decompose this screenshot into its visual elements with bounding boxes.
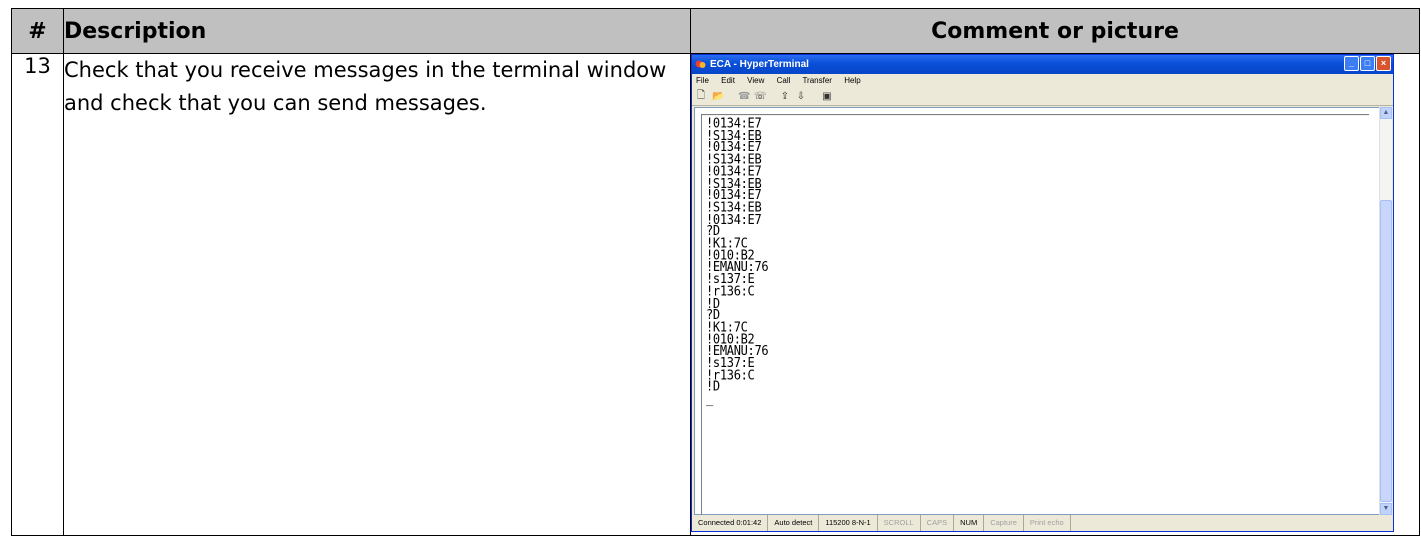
terminal-line: !0134:E7	[706, 115, 762, 131]
menu-bar: File Edit View Call Transfer Help	[692, 74, 1393, 88]
terminal-area[interactable]: !0134:E7 !S134:EB !0134:E7 !S134:EB !0134:E7…	[694, 107, 1380, 531]
terminal-line: !K1:7C	[706, 318, 748, 335]
status-print-echo: Print echo	[1024, 515, 1071, 531]
terminal-line: ?D	[706, 223, 720, 239]
hyperterminal-window: ECA - HyperTerminal _ □ × File Edit View…	[691, 54, 1394, 532]
menu-edit[interactable]: Edit	[721, 76, 735, 85]
receive-icon[interactable]: ⇩	[796, 91, 806, 102]
status-num: NUM	[954, 515, 985, 531]
terminal-line: !010:B2	[706, 246, 755, 263]
maximize-button[interactable]: □	[1360, 56, 1375, 71]
terminal-line: !s137:E	[706, 270, 755, 287]
terminal-line: !010:B2	[706, 330, 755, 347]
terminal-line: !0134:E7	[706, 187, 762, 203]
terminal-line: !D	[706, 378, 720, 395]
terminal-line: !S134:EB	[706, 199, 762, 215]
status-caps: CAPS	[921, 515, 955, 531]
title-bar: ECA - HyperTerminal _ □ ×	[692, 55, 1393, 74]
status-scroll: SCROLL	[878, 515, 921, 531]
terminal-line: !r136:C	[706, 366, 755, 383]
minimize-button[interactable]: _	[1344, 56, 1359, 71]
disconnect-icon[interactable]: ☏	[754, 91, 767, 102]
open-icon[interactable]: 📂	[712, 91, 724, 102]
terminal-line: !0134:E7	[706, 139, 762, 155]
status-bar: Connected 0:01:42 Auto detect 115200 8-N…	[692, 515, 1393, 531]
header-comment: Comment or picture	[690, 8, 1420, 54]
vertical-scrollbar[interactable]: ▲ ▼	[1379, 107, 1392, 515]
scroll-up-icon[interactable]: ▲	[1380, 107, 1392, 119]
header-description: Description	[63, 8, 691, 54]
status-detect: Auto detect	[768, 515, 820, 531]
table-row: 13 Check that you receive messages in th…	[11, 53, 1420, 536]
terminal-line: !s137:E	[706, 354, 755, 371]
terminal-line: !D	[706, 294, 720, 311]
instruction-table: # Description Comment or picture 13 Chec…	[11, 8, 1420, 536]
terminal-line: !S134:EB	[706, 151, 762, 167]
menu-call[interactable]: Call	[777, 76, 791, 85]
terminal-line: !EMANU:76	[706, 342, 769, 359]
terminal-line: !S134:EB	[706, 127, 762, 143]
terminal-line: !0134:E7	[706, 211, 762, 227]
terminal-line: !EMANU:76	[706, 258, 769, 275]
menu-file[interactable]: File	[696, 76, 709, 85]
status-connected: Connected 0:01:42	[692, 515, 769, 531]
status-capture: Capture	[984, 515, 1024, 531]
terminal-line: !0134:E7	[706, 163, 762, 179]
close-button[interactable]: ×	[1376, 56, 1391, 71]
step-description: Check that you receive messages in the t…	[63, 53, 691, 536]
connect-icon[interactable]: ☎	[738, 91, 750, 102]
terminal-line: !r136:C	[706, 282, 755, 299]
send-icon[interactable]: ⇪	[780, 91, 790, 102]
terminal-line: !K1:7C	[706, 234, 748, 251]
header-number: #	[11, 8, 64, 54]
comment-cell: ECA - HyperTerminal _ □ × File Edit View…	[690, 53, 1420, 536]
toolbar: 🗋 📂 ☎ ☏ ⇪ ⇩ ▣	[692, 88, 1393, 106]
menu-view[interactable]: View	[747, 76, 764, 85]
scroll-down-icon[interactable]: ▼	[1380, 503, 1392, 515]
terminal-line: ?D	[706, 306, 720, 323]
properties-icon[interactable]: ▣	[822, 91, 832, 102]
terminal-output: !0134:E7 !S134:EB !0134:E7 !S134:EB !0134:E7…	[701, 114, 1369, 531]
new-icon[interactable]: 🗋	[696, 88, 706, 105]
scroll-thumb[interactable]	[1380, 200, 1392, 502]
hyperterminal-icon	[695, 60, 706, 68]
status-settings: 115200 8-N-1	[819, 515, 878, 531]
step-number: 13	[11, 53, 64, 536]
window-title: ECA - HyperTerminal	[710, 59, 809, 70]
terminal-line: _	[706, 390, 713, 407]
menu-transfer[interactable]: Transfer	[802, 76, 832, 85]
terminal-line: !S134:EB	[706, 175, 762, 191]
header-row: # Description Comment or picture	[11, 8, 1420, 54]
menu-help[interactable]: Help	[844, 76, 860, 85]
